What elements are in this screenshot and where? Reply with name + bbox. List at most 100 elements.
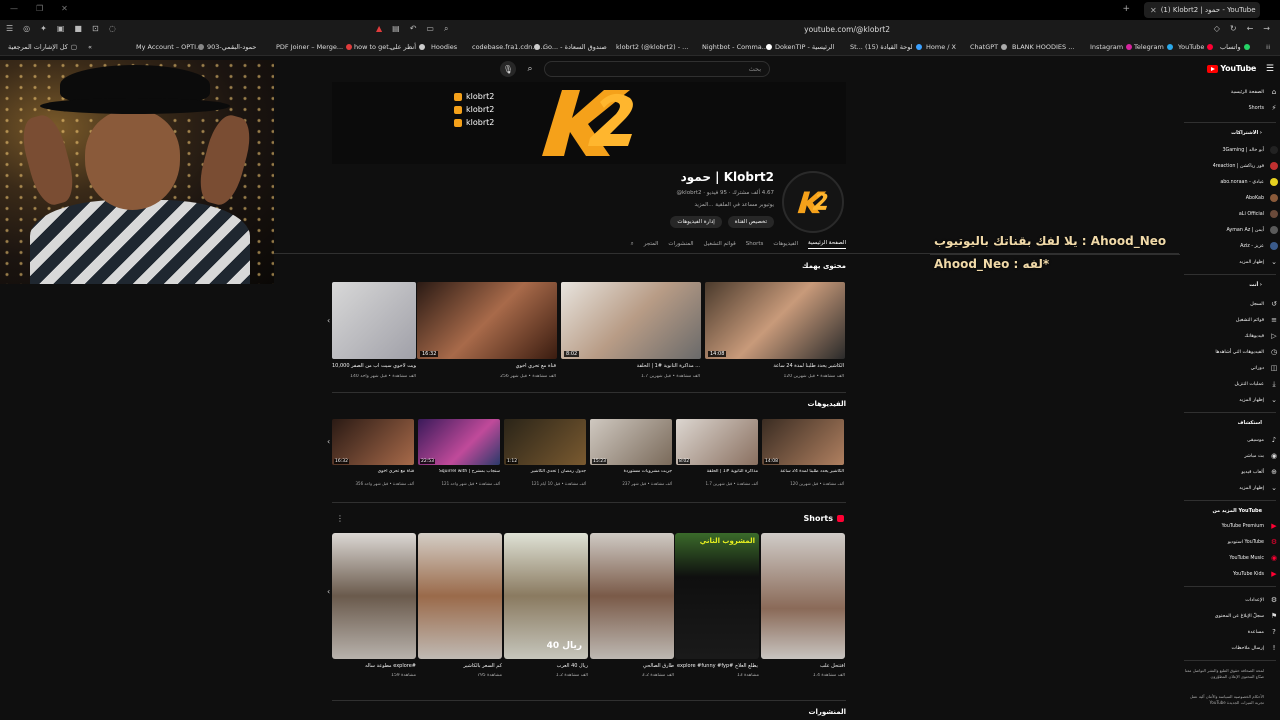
banner-link-kick[interactable]: klobrt2 [454, 118, 494, 127]
bookmark-item[interactable]: YouTube [1178, 43, 1214, 51]
short-thumb[interactable] [332, 533, 416, 659]
manage-videos-button[interactable]: إدارة الفيديوهات [670, 216, 722, 228]
sidebar-sub-item[interactable]: 3Gaming | أبو خالد [1182, 144, 1278, 156]
location-icon[interactable]: ◎ [23, 24, 30, 33]
bookmark-item[interactable]: 903-حمود-البقمي [198, 43, 256, 51]
bookmark-item[interactable]: klobrt2 (@klobrt2) - ... [616, 43, 688, 51]
you-heading[interactable]: أنت › [1249, 282, 1262, 288]
sidebar-item-home[interactable]: الصفحة الرئيسية ⌂ [1182, 86, 1278, 98]
bookmark-item[interactable]: أنظر على [390, 43, 426, 51]
restore-icon[interactable]: ❐ [36, 4, 43, 13]
subscriptions-heading[interactable]: الاشتراكات › [1231, 130, 1262, 136]
short-title[interactable]: طارق الصالحي [592, 663, 674, 669]
bookmark-item[interactable]: Go... - صندوق السعادة [534, 43, 607, 51]
back-icon[interactable]: ← [1247, 24, 1254, 33]
sidebar-show-more[interactable]: إظهار المزيد ⌄ [1182, 256, 1278, 268]
menu-icon[interactable]: ☰ [6, 24, 13, 33]
sidebar-sub-item[interactable]: Ayman Az | أيمن [1182, 224, 1278, 236]
search-input[interactable]: بحث [544, 61, 770, 77]
minimize-icon[interactable]: — [10, 4, 18, 13]
bookmark-item[interactable]: St... (15) لوحة القيادة [850, 43, 922, 51]
sidebar-item-live[interactable]: بث مباشر ◉ [1182, 450, 1278, 462]
sidebar-toggle-icon[interactable]: ▣ [57, 24, 65, 33]
banner-link-tiktok[interactable]: klobrt2 [454, 105, 494, 114]
search-icon[interactable]: ⌕ [522, 61, 538, 77]
sidebar-item-watch-later[interactable]: الفيديوهات التي أشاهدها ◷ [1182, 346, 1278, 358]
tab-playlists[interactable]: قوائم التشغيل [704, 241, 736, 247]
video-title[interactable]: مذاكرة التانوية #1 | الحلقة [678, 469, 758, 474]
bookmark-more-icon[interactable]: « [88, 43, 92, 51]
extension-icon[interactable]: ✦ [40, 24, 47, 33]
update-icon[interactable]: ▲ [376, 24, 382, 34]
sidebar-item-feedback[interactable]: إرسال ملاحظات! [1182, 642, 1278, 654]
sidebar-item-music[interactable]: موسيقى ♪ [1182, 434, 1278, 446]
channel-avatar[interactable] [782, 171, 844, 233]
tab-shorts[interactable]: Shorts [746, 241, 764, 247]
scroll-left-icon[interactable]: ‹ [327, 587, 330, 596]
youtube-logo[interactable]: YouTube [1207, 64, 1256, 73]
sidebar-item-premium[interactable]: YouTube Premium ▶ [1182, 520, 1278, 532]
short-thumb[interactable]: المشروب التاني [675, 533, 759, 659]
hamburger-menu-icon[interactable]: ☰ [1266, 64, 1274, 74]
sidebar-sub-item[interactable]: abo.noraan - عبادي [1182, 176, 1278, 188]
sidebar-sub-item[interactable]: AboKab [1182, 192, 1278, 204]
notification-badge-icon[interactable]: ▤ [392, 24, 400, 34]
sidebar-show-more[interactable]: إظهار المزيد ⌄ [1182, 394, 1278, 406]
video-title[interactable]: جربت مشروبات مستوردة [592, 469, 672, 474]
sidebar-sub-item[interactable]: 4reaction | فور رياكشن [1182, 160, 1278, 172]
scroll-left-icon[interactable]: ‹ [327, 316, 330, 325]
sidebar-item-music-app[interactable]: YouTube Music ◉ [1182, 552, 1278, 564]
featured-thumb[interactable]: 16:32 [417, 282, 557, 359]
page-icon[interactable]: ▭ [426, 24, 434, 34]
bookmark-item[interactable]: Telegram [1134, 43, 1173, 51]
video-thumb[interactable]: 15:23 [590, 419, 672, 465]
sidebar-item-playlists[interactable]: قوائم التشغيل ≡ [1182, 314, 1278, 326]
featured-thumb[interactable]: 14:08 [705, 282, 845, 359]
reload-icon[interactable]: ↻ [1230, 24, 1237, 33]
video-title[interactable]: مذاكرة التانوية #1 | الحلقة ... [570, 363, 700, 369]
bookmark-item[interactable]: BLANK HOODIES ... [1012, 43, 1074, 51]
featured-thumb[interactable] [332, 282, 416, 359]
video-thumb[interactable]: 16:32 [332, 419, 414, 465]
footer-links[interactable]: لمحة الصحافة حقوق الطبع والنشر التواصل م… [1184, 668, 1264, 680]
sidebar-sub-item[interactable]: Aziz - عزيز [1182, 240, 1278, 252]
short-thumb[interactable]: 40 ريال [504, 533, 588, 659]
apps-grid-icon[interactable]: ⁞⁞ [1266, 43, 1270, 51]
short-title[interactable]: explore #funny #fyp# زرنيخ يطلع العلاج [677, 663, 759, 669]
url-field[interactable]: youtube.com/@klobrt2 [804, 25, 890, 34]
tab-videos[interactable]: الفيديوهات [773, 241, 798, 247]
featured-thumb[interactable]: 8:02 [561, 282, 701, 359]
bookmark-icon[interactable]: ◇ [1214, 24, 1220, 33]
sidebar-sub-item[interactable]: aLi Official [1182, 208, 1278, 220]
short-title[interactable]: مطوعة ساله explore# [334, 663, 416, 669]
sidebar-item-courses[interactable]: دوراتي ◫ [1182, 362, 1278, 374]
bookmark-item[interactable]: Home / X [926, 43, 956, 51]
panel-icon[interactable]: ■ [74, 24, 82, 33]
sidebar-item-shorts[interactable]: Shorts ⚡ [1182, 102, 1278, 114]
footer-links[interactable]: الأحكام الخصوصية السياسة والأمان آلية عم… [1184, 694, 1264, 706]
short-title[interactable]: ريال 40 العرب [506, 663, 588, 669]
scroll-left-icon[interactable]: ‹ [327, 437, 330, 446]
video-title[interactable]: الكاشير يحدد طلبنا لمدة 24 ساعة [714, 363, 844, 369]
short-title[interactable]: كم السعر بالكاشير [420, 663, 502, 669]
search-tab-icon[interactable]: ⌕ [444, 24, 448, 34]
sidebar-item-help[interactable]: مساعدة? [1182, 626, 1278, 638]
video-title[interactable]: Squirrel with | سنجاب بمشرح [420, 469, 500, 474]
bookmark-item[interactable]: واتساب [1220, 43, 1250, 51]
video-title[interactable]: سويت لأخوي سيت اب من الصفر 10,000... [332, 363, 416, 369]
sidebar-item-kids[interactable]: YouTube Kids ▶ [1182, 568, 1278, 580]
short-thumb[interactable] [418, 533, 502, 659]
short-thumb[interactable] [590, 533, 674, 659]
bookmark-item[interactable]: how to get... [354, 43, 395, 51]
tab-close-icon[interactable]: ✕ [1150, 6, 1157, 15]
undo-icon[interactable]: ↶ [410, 24, 417, 34]
short-thumb[interactable] [761, 533, 845, 659]
video-thumb[interactable]: 8:02 [676, 419, 758, 465]
shorts-more-icon[interactable]: ⋮ [336, 514, 344, 523]
channel-description[interactable]: يوتيوبر مساعد في الملقية ...المزيد [694, 202, 774, 208]
bookmark-item[interactable]: DokenTIP - الرئيسية [766, 43, 834, 51]
video-thumb[interactable]: 22:53 [418, 419, 500, 465]
video-title[interactable]: قناة مع تحري اخوي [426, 363, 556, 369]
new-tab-icon[interactable]: + [1122, 4, 1130, 14]
bookmark-item[interactable]: Instagram [1090, 43, 1133, 51]
